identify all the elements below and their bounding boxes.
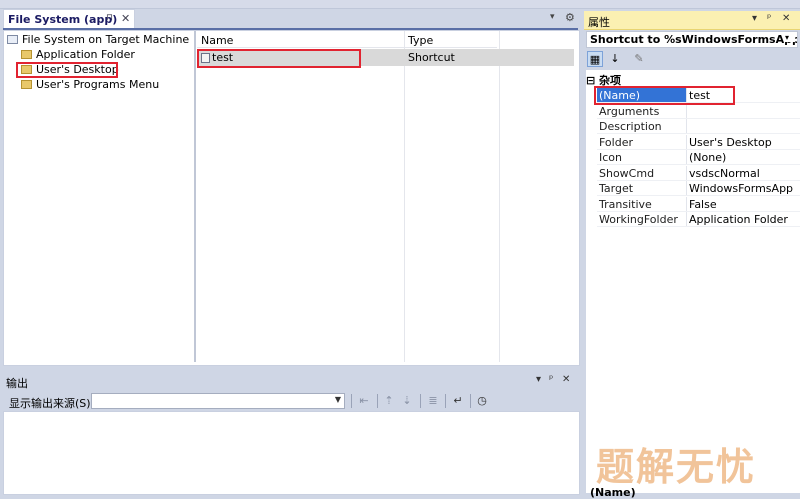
column-divider xyxy=(404,31,405,362)
property-key: Transitive xyxy=(599,198,652,211)
property-value[interactable]: vsdscNormal xyxy=(689,167,760,180)
output-source-label: 显示输出来源(S): xyxy=(9,397,95,410)
property-row-transitive[interactable]: Transitive False xyxy=(597,197,800,212)
property-value[interactable]: False xyxy=(689,198,717,211)
previous-message-icon[interactable]: ⇡ xyxy=(382,394,396,408)
next-message-icon[interactable]: ⇣ xyxy=(400,394,414,408)
properties-title: 属性 xyxy=(588,16,610,29)
chevron-down-icon[interactable]: ▾ xyxy=(536,374,541,385)
property-row-target[interactable]: Target WindowsFormsApp xyxy=(597,181,800,196)
property-row-description[interactable]: Description xyxy=(597,119,800,134)
output-source-select[interactable]: ▼ xyxy=(91,393,345,409)
toolbar-separator xyxy=(470,394,471,408)
wrench-icon[interactable]: ✎ xyxy=(631,51,647,67)
property-divider xyxy=(686,135,687,150)
property-divider xyxy=(686,104,687,119)
property-key: Folder xyxy=(599,136,633,149)
pin-icon[interactable]: ᵖ xyxy=(767,13,771,24)
row-divider xyxy=(597,195,800,196)
properties-titlebar: 属性 ▾ ᵖ ✕ xyxy=(584,11,800,30)
tree-item-application-folder[interactable]: Application Folder xyxy=(21,47,135,62)
column-divider xyxy=(499,31,500,362)
row-divider xyxy=(597,226,800,227)
property-value[interactable]: (None) xyxy=(689,151,726,164)
pin-icon[interactable]: ⊓ xyxy=(106,13,113,23)
property-key: Description xyxy=(599,120,662,133)
properties-object-name: Shortcut to %sWindowsFormsApp.exe xyxy=(590,33,797,46)
highlight-name-property xyxy=(594,86,735,105)
property-key: WorkingFolder xyxy=(599,213,678,226)
property-divider xyxy=(686,119,687,134)
property-divider xyxy=(686,197,687,212)
folder-icon xyxy=(21,80,32,89)
folder-icon xyxy=(21,50,32,59)
column-header-type[interactable]: Type xyxy=(408,34,433,47)
property-key: Arguments xyxy=(599,105,660,118)
top-strip xyxy=(0,0,800,9)
alphabetical-icon[interactable]: ↓ xyxy=(607,51,623,67)
output-titlebar: 输出 ▾ ᵖ ✕ xyxy=(3,373,578,390)
row-divider xyxy=(597,164,800,165)
property-row-showcmd[interactable]: ShowCmd vsdscNormal xyxy=(597,166,800,181)
property-value[interactable]: User's Desktop xyxy=(689,136,772,149)
property-row-workingfolder[interactable]: WorkingFolder Application Folder xyxy=(597,212,800,227)
clear-all-icon[interactable]: ≣ xyxy=(426,394,440,408)
goto-line-icon[interactable]: ⇤ xyxy=(357,394,371,408)
computer-icon xyxy=(7,35,18,44)
tree-root[interactable]: File System on Target Machine xyxy=(7,32,189,47)
file-list[interactable]: Name Type xyxy=(197,31,576,362)
property-divider xyxy=(686,212,687,227)
toolbar-separator xyxy=(420,394,421,408)
chevron-down-icon[interactable]: ▾ xyxy=(752,13,757,24)
output-text-area[interactable] xyxy=(3,411,580,495)
tree-item-label: User's Programs Menu xyxy=(36,78,160,91)
tree-item-label: Application Folder xyxy=(36,48,135,61)
categorized-icon[interactable]: ▦ xyxy=(587,51,603,67)
folder-tree[interactable]: File System on Target Machine Applicatio… xyxy=(4,31,196,362)
property-row-icon[interactable]: Icon (None) xyxy=(597,150,800,165)
property-divider xyxy=(686,166,687,181)
property-divider xyxy=(686,150,687,165)
file-system-tab-title: File System (app) xyxy=(8,13,118,26)
toolbar-separator xyxy=(351,394,352,408)
column-header-name[interactable]: Name xyxy=(201,34,233,47)
property-key: Target xyxy=(599,182,634,195)
chevron-down-icon: ▾ xyxy=(785,33,795,42)
toolbar-separator xyxy=(445,394,446,408)
property-key: ShowCmd xyxy=(599,167,655,180)
pin-icon[interactable]: ᵖ xyxy=(549,374,553,385)
close-icon[interactable]: ✕ xyxy=(562,374,570,385)
row-type-cell: Shortcut xyxy=(408,51,455,64)
property-row-folder[interactable]: Folder User's Desktop xyxy=(597,135,800,150)
toolbar-separator xyxy=(377,394,378,408)
property-divider xyxy=(686,181,687,196)
word-wrap-icon[interactable]: ↵ xyxy=(451,394,465,408)
property-value[interactable]: WindowsFormsApp xyxy=(689,182,793,195)
highlight-test-row xyxy=(197,49,361,68)
close-icon[interactable]: ✕ xyxy=(121,12,130,25)
property-row-arguments[interactable]: Arguments xyxy=(597,104,800,119)
output-title: 输出 xyxy=(6,377,28,390)
property-key: Icon xyxy=(599,151,622,164)
clock-icon[interactable]: ◷ xyxy=(475,394,489,408)
property-value[interactable]: Application Folder xyxy=(689,213,788,226)
chevron-down-icon: ▼ xyxy=(334,395,341,404)
tree-root-label: File System on Target Machine xyxy=(22,33,190,46)
row-divider xyxy=(597,133,800,134)
window-menu-icon[interactable]: ▾ xyxy=(550,12,555,22)
properties-object-select[interactable]: Shortcut to %sWindowsFormsApp.exe ▾ xyxy=(586,31,798,48)
header-divider xyxy=(197,47,497,48)
close-icon[interactable]: ✕ xyxy=(782,13,790,24)
watermark-logo: 题解无忧 xyxy=(596,445,757,489)
highlight-users-desktop xyxy=(16,62,118,78)
file-system-tab[interactable]: File System (app) ⊓ ✕ xyxy=(3,9,135,30)
gear-icon[interactable]: ⚙ xyxy=(565,11,575,24)
tree-item-users-programs-menu[interactable]: User's Programs Menu xyxy=(21,77,159,92)
